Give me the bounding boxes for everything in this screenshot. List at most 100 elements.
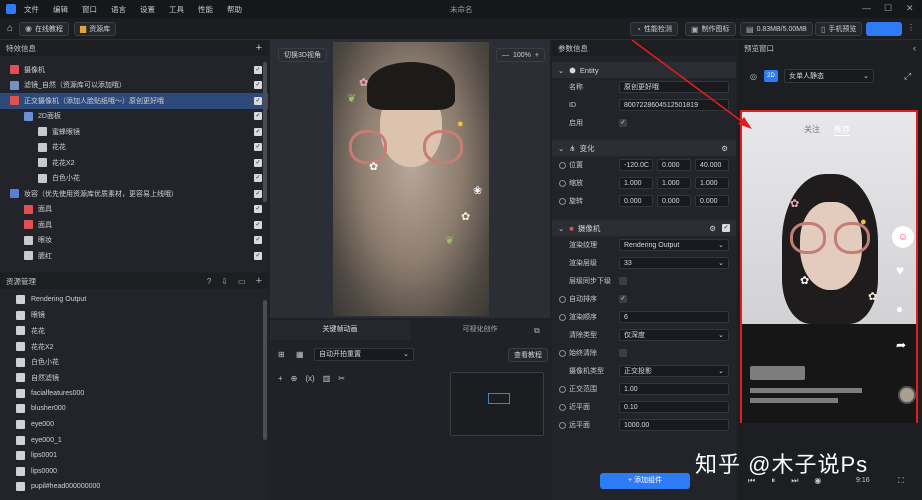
asset-library-button[interactable]: ▆ 资源库 [74,21,117,36]
resource-item[interactable]: 花花X2 [0,339,268,355]
perf-check-button[interactable]: ◔ 性能检测 [630,22,678,36]
toggle-3d-button[interactable]: 切换3D视角 [278,48,327,62]
keyframe-icon[interactable] [559,197,566,205]
scale-x[interactable]: 1.000 [619,177,653,189]
keyframe-icon[interactable] [559,313,566,321]
resource-item[interactable]: lips0001 [0,448,268,464]
keyframe-icon[interactable] [559,385,566,393]
more-icon[interactable]: ⋮ [907,23,915,32]
resource-item[interactable]: 眼镜 [0,308,268,324]
effect-item[interactable]: 面具 ✓ [0,217,268,233]
visibility-checkbox[interactable]: ✓ [254,251,262,260]
resource-item[interactable]: blusher000 [0,401,268,417]
entity-section[interactable]: ⌄ ⬢ Entity [552,62,736,78]
home-icon[interactable]: ⌂ [7,23,13,34]
preview-preset-select[interactable]: 女单人静态 ⌄ [784,69,874,83]
target-icon[interactable]: ⊕ [291,374,298,383]
visibility-checkbox[interactable]: ✓ [254,65,262,74]
resource-item[interactable]: Rendering Output [0,292,268,308]
position-y[interactable]: 0.000 [657,159,691,171]
tab-keyframe[interactable]: 关键帧动画 [270,320,410,340]
effect-item[interactable]: 花花 ✓ [0,140,268,156]
effect-item[interactable]: 白色小花 ✓ [0,171,268,187]
resource-item[interactable]: 花花 [0,323,268,339]
effect-item[interactable]: 摄像机 ✓ [0,62,268,78]
visibility-checkbox[interactable]: ✓ [254,236,262,245]
effect-item[interactable]: 正交摄像机（添加人脸贴纸哦～）原创更好哦 ✓ [0,93,268,109]
effect-item[interactable]: 2D面板 ✓ [0,109,268,125]
share-icon[interactable]: ➦ [896,338,906,352]
add-component-button[interactable]: + 添加组件 [600,473,690,489]
avatar[interactable] [898,386,916,404]
add-keyframe-icon[interactable]: + [278,374,283,383]
render-order-input[interactable]: 6 [619,311,729,323]
folder-add-icon[interactable]: ▭ [238,277,246,286]
effect-item[interactable]: 滤镜_自然（资源库可以添加哦） ✓ [0,78,268,94]
camera-enable-checkbox[interactable]: ✓ [722,224,730,232]
resource-item[interactable]: eye000 [0,417,268,433]
position-z[interactable]: 40.000 [695,159,729,171]
add-icon[interactable]: + [256,275,262,286]
collapse-icon[interactable]: ‹ [913,43,916,53]
enable-checkbox[interactable]: ✓ [619,119,627,127]
scale-z[interactable]: 1.000 [695,177,729,189]
book-icon[interactable]: ▥ [323,374,331,383]
keyframe-icon[interactable] [559,295,566,303]
view-tutorial-button[interactable]: 查看教程 [508,348,548,362]
resource-scrollbar[interactable] [263,300,267,440]
like-icon[interactable]: ♥ [896,262,904,278]
keyframe-icon[interactable] [559,421,566,429]
filter-icon[interactable]: ⊞ [278,350,285,359]
expand-icon[interactable]: ⤢ [904,71,911,82]
clear-type-select[interactable]: 仅深度 ⌄ [619,329,729,341]
resource-item[interactable]: 白色小花 [0,354,268,370]
effect-item[interactable]: 腮红 ✓ [0,248,268,264]
visibility-checkbox[interactable]: ✓ [254,112,262,121]
popout-icon[interactable]: ⧉ [534,326,540,336]
emoji-icon[interactable]: ☺ [892,226,914,248]
menu-performance[interactable]: 性能 [198,4,213,15]
tab-follow[interactable]: 关注 [804,124,820,136]
position-x[interactable]: -120.0C [619,159,653,171]
2d-toggle-icon[interactable]: 2D [764,70,778,82]
effect-item[interactable]: 眼妆 ✓ [0,233,268,249]
publish-button[interactable] [866,22,902,36]
effect-item[interactable]: 面具 ✓ [0,202,268,218]
resource-item[interactable]: facialfeatures000 [0,386,268,402]
visibility-checkbox[interactable]: ✓ [254,127,262,136]
keyframe-icon[interactable] [559,403,566,411]
scale-y[interactable]: 1.000 [657,177,691,189]
transform-section[interactable]: ⌄ ⋔ 变化 ⚙ [552,140,736,156]
fullscreen-icon[interactable]: ⛶ [898,476,904,486]
resource-item[interactable]: pupil#head000000000 [0,479,268,495]
tab-visual[interactable]: 可视化创作 [410,320,550,340]
auto-sort-checkbox[interactable]: ✓ [619,295,627,303]
play-mode-select[interactable]: 自动开拍重置 ⌄ [314,348,414,361]
settings-icon[interactable]: ⚙ [709,224,716,233]
menu-settings[interactable]: 设置 [140,4,155,15]
layout-icon[interactable]: ▦ [296,350,304,359]
ortho-size-input[interactable]: 1.00 [619,383,729,395]
visibility-checkbox[interactable]: ✓ [254,174,262,183]
minimize-icon[interactable]: — [862,3,871,13]
camera-type-select[interactable]: 正交投影 ⌄ [619,365,729,377]
menu-language[interactable]: 语言 [111,4,126,15]
render-layer-select[interactable]: 33 ⌄ [619,257,729,269]
keyframe-icon[interactable] [559,179,566,187]
visibility-checkbox[interactable]: ✓ [254,189,262,198]
render-texture-select[interactable]: Rendering Output ⌄ [619,239,729,251]
effect-item[interactable]: 蜜蜂眼镜 ✓ [0,124,268,140]
effects-scrollbar[interactable] [263,62,267,202]
keyframe-icon[interactable] [559,161,566,169]
visibility-checkbox[interactable]: ✓ [254,158,262,167]
settings-icon[interactable]: ⚙ [721,144,728,153]
always-clear-checkbox[interactable] [619,349,627,357]
menu-edit[interactable]: 编辑 [53,4,68,15]
add-icon[interactable]: + [256,42,262,54]
resource-item[interactable]: eye000_1 [0,432,268,448]
far-plane-input[interactable]: 1000.00 [619,419,729,431]
effect-item[interactable]: 花花X2 ✓ [0,155,268,171]
tab-recommend[interactable]: 推荐 [834,124,850,136]
variable-icon[interactable]: (x) [305,374,314,383]
menu-tools[interactable]: 工具 [169,4,184,15]
